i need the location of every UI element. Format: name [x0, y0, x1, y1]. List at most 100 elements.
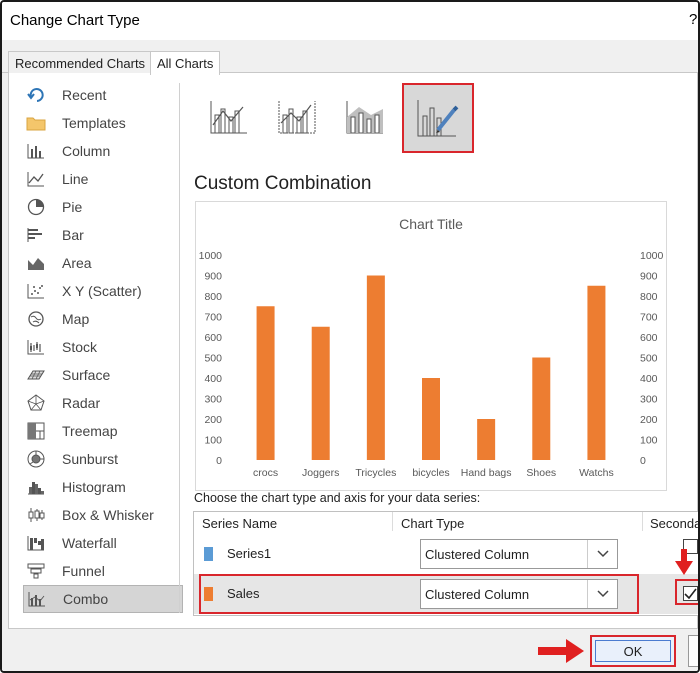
- chart-svg: Chart Title 0 100 200 300 400 500 600 700 800 900…: [199, 216, 664, 479]
- sidebar-item-label: Radar: [62, 395, 101, 411]
- series-row-series1: Series1 Clustered Column: [194, 534, 698, 574]
- box-whisker-chart-icon: [26, 506, 46, 524]
- sidebar-item-stock[interactable]: Stock: [23, 333, 183, 361]
- sidebar-item-sunburst[interactable]: Sunburst: [23, 445, 183, 473]
- chart-type-value: Clustered Column: [425, 587, 530, 602]
- header-divider: [392, 512, 393, 531]
- x-tick-label: crocs: [253, 467, 278, 479]
- series-row-sales: Sales Clustered Column: [194, 574, 698, 614]
- chart-bar: [256, 306, 275, 460]
- checkmark-icon: [684, 588, 697, 599]
- dialog-title: Change Chart Type: [10, 12, 140, 29]
- sidebar-item-funnel[interactable]: Funnel: [23, 557, 183, 585]
- chart-title: Chart Title: [399, 216, 463, 232]
- sidebar-item-label: Column: [62, 143, 111, 159]
- sidebar-item-label: Pie: [62, 199, 83, 215]
- header-series-name: Series Name: [202, 516, 278, 531]
- waterfall-chart-icon: [26, 534, 46, 552]
- sidebar-item-treemap[interactable]: Treemap: [23, 417, 183, 445]
- sidebar-item-surface[interactable]: Surface: [23, 361, 183, 389]
- chart-bar: [311, 326, 330, 460]
- chart-bar: [532, 357, 551, 460]
- y-tick-label: 700: [204, 312, 222, 324]
- change-chart-type-dialog: Change Chart Type ? Recommended Charts A…: [0, 0, 700, 673]
- sidebar-item-bar[interactable]: Bar: [23, 221, 183, 249]
- chevron-down-icon[interactable]: [587, 540, 617, 568]
- stacked-area-clustered-column-icon[interactable]: [335, 87, 395, 147]
- sidebar-item-label: Templates: [62, 115, 126, 131]
- chart-type-value: Clustered Column: [425, 547, 530, 562]
- sidebar-item-area[interactable]: Area: [23, 249, 183, 277]
- help-button[interactable]: ?: [689, 11, 697, 28]
- y-tick-label: 200: [204, 414, 222, 426]
- y-tick-label: 500: [204, 353, 222, 365]
- arrow-right-icon: [538, 639, 584, 663]
- chart-preview: Chart Title 0 100 200 300 400 500 600 700 800 900…: [195, 201, 667, 491]
- series-color-swatch: [204, 587, 213, 601]
- header-chart-type: Chart Type: [401, 516, 465, 531]
- sidebar-item-label: Bar: [62, 227, 84, 243]
- chart-type-select[interactable]: Clustered Column: [420, 539, 618, 569]
- clustered-column-line-secondary-axis-icon[interactable]: [267, 87, 327, 147]
- bar-chart-icon: [26, 226, 46, 244]
- series-grid: Series Name Chart Type Seconda Series1 C…: [193, 511, 700, 616]
- secondary-axis-checkbox[interactable]: [683, 586, 698, 601]
- series-name: Series1: [227, 546, 272, 561]
- tab-recommended-charts[interactable]: Recommended Charts: [8, 51, 153, 74]
- scatter-chart-icon: [26, 282, 46, 300]
- sidebar-item-label: X Y (Scatter): [62, 283, 142, 299]
- chart-type-select[interactable]: Clustered Column: [420, 579, 618, 609]
- sidebar-item-label: Combo: [63, 591, 109, 607]
- clustered-column-line-icon[interactable]: [199, 87, 259, 147]
- y-tick-label: 1000: [199, 250, 223, 262]
- sidebar-item-box-whisker[interactable]: Box & Whisker: [23, 501, 183, 529]
- sidebar-item-radar[interactable]: Radar: [23, 389, 183, 417]
- x-tick-label: Watchs: [579, 467, 614, 479]
- sunburst-chart-icon: [26, 450, 46, 468]
- section-title: Custom Combination: [194, 173, 372, 194]
- sidebar-item-column[interactable]: Column: [23, 137, 183, 165]
- x-tick-label: Joggers: [302, 467, 339, 479]
- templates-folder-icon: [26, 114, 46, 132]
- custom-combination-icon[interactable]: [402, 83, 474, 153]
- chart-type-sidebar: Recent Templates Column Line Pie Bar Are…: [23, 81, 183, 613]
- title-bar: Change Chart Type ?: [2, 2, 698, 40]
- sidebar-item-label: Stock: [62, 339, 98, 355]
- all-charts-panel: Recent Templates Column Line Pie Bar Are…: [8, 73, 698, 629]
- sidebar-item-label: Area: [62, 255, 92, 271]
- chevron-down-icon[interactable]: [587, 580, 617, 608]
- sidebar-item-map[interactable]: Map: [23, 305, 183, 333]
- chart-bar: [422, 378, 440, 460]
- sidebar-item-recent[interactable]: Recent: [23, 81, 183, 109]
- sidebar-item-label: Recent: [62, 87, 107, 103]
- stock-chart-icon: [26, 338, 46, 356]
- header-divider: [642, 512, 643, 531]
- secondary-y-tick-label: 0: [640, 455, 646, 467]
- y-tick-label: 100: [204, 435, 222, 447]
- sidebar-item-label: Histogram: [62, 479, 126, 495]
- sidebar-item-histogram[interactable]: Histogram: [23, 473, 183, 501]
- series-name: Sales: [227, 586, 260, 601]
- tab-all-charts[interactable]: All Charts: [150, 51, 221, 75]
- column-chart-icon: [26, 142, 46, 160]
- sidebar-item-pie[interactable]: Pie: [23, 193, 183, 221]
- secondary-y-tick-label: 500: [640, 353, 658, 365]
- cancel-button[interactable]: [688, 635, 698, 667]
- sidebar-item-label: Funnel: [62, 563, 105, 579]
- sidebar-item-combo[interactable]: Combo: [23, 585, 183, 613]
- secondary-y-tick-label: 1000: [640, 250, 664, 262]
- sidebar-item-label: Surface: [62, 367, 111, 383]
- sidebar-item-label: Sunburst: [62, 451, 119, 467]
- secondary-y-tick-label: 100: [640, 435, 658, 447]
- funnel-chart-icon: [26, 562, 46, 580]
- secondary-y-tick-label: 900: [640, 271, 658, 283]
- sidebar-item-label: Treemap: [62, 423, 118, 439]
- ok-button[interactable]: OK: [590, 635, 676, 667]
- sidebar-item-templates[interactable]: Templates: [23, 109, 183, 137]
- sidebar-item-scatter[interactable]: X Y (Scatter): [23, 277, 183, 305]
- x-tick-label: Tricycles: [355, 467, 396, 479]
- secondary-y-tick-label: 200: [640, 414, 658, 426]
- sidebar-item-waterfall[interactable]: Waterfall: [23, 529, 183, 557]
- sidebar-item-line[interactable]: Line: [23, 165, 183, 193]
- header-secondary-axis: Seconda: [650, 516, 700, 531]
